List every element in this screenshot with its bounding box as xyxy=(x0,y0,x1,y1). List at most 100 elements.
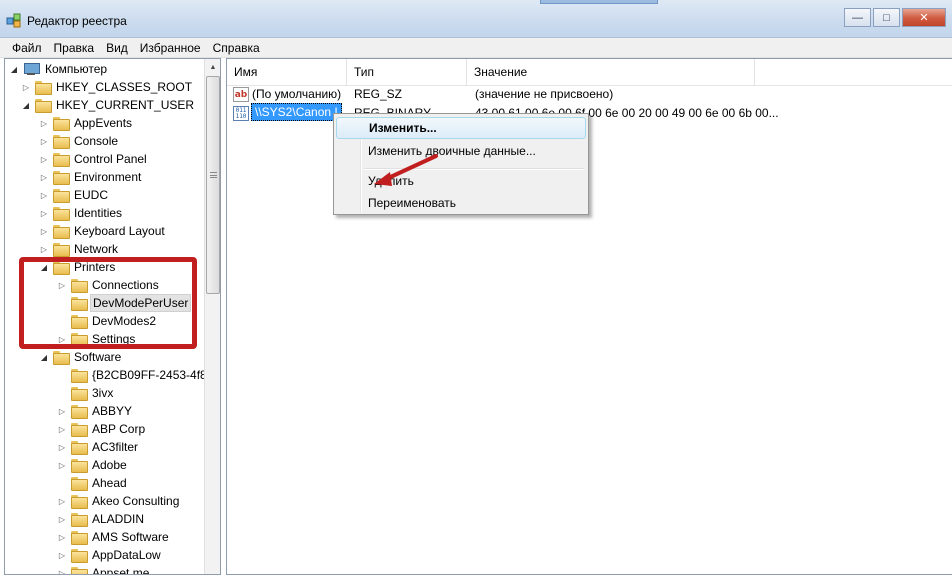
tree-item[interactable]: ▷ AC3filter xyxy=(57,438,140,456)
collapsed-arrow-icon[interactable]: ▷ xyxy=(39,118,49,128)
folder-icon xyxy=(71,459,88,473)
maximize-icon: □ xyxy=(883,11,890,24)
annotation-arrow-icon xyxy=(374,154,438,186)
collapsed-arrow-icon[interactable]: ▷ xyxy=(57,406,67,416)
context-menu-modify[interactable]: Изменить... xyxy=(336,117,586,139)
expanded-arrow-icon[interactable]: ◢ xyxy=(9,64,19,74)
tree-item-label: Appset.me xyxy=(92,566,150,575)
collapsed-arrow-icon[interactable]: ▷ xyxy=(21,82,31,92)
tree-item-label: {B2CB09FF-2453-4f85 xyxy=(92,368,214,382)
binary-value-icon: 011 110 xyxy=(233,106,249,121)
collapsed-arrow-icon[interactable]: ▷ xyxy=(57,460,67,470)
tree-item[interactable]: ▷ Appset.me xyxy=(57,564,151,575)
context-menu-rename[interactable]: Переименовать xyxy=(336,192,586,214)
folder-icon xyxy=(53,171,70,185)
expanded-arrow-icon[interactable]: ◢ xyxy=(39,352,49,362)
folder-icon xyxy=(71,477,88,491)
scroll-thumb[interactable] xyxy=(206,76,220,294)
folder-icon xyxy=(71,549,88,563)
tree-item[interactable]: ▷ AppDataLow xyxy=(57,546,163,564)
tree-item[interactable]: ▷ ABBYY xyxy=(57,402,134,420)
folder-icon xyxy=(71,423,88,437)
expanded-arrow-icon[interactable]: ◢ xyxy=(21,100,31,110)
tree-item[interactable]: ▷ Environment xyxy=(39,168,143,186)
folder-icon xyxy=(53,225,70,239)
tree-item[interactable]: Ahead xyxy=(57,474,129,492)
value-name: (По умолчанию) xyxy=(252,87,342,101)
folder-icon xyxy=(53,351,70,365)
tree-item[interactable]: ▷ EUDC xyxy=(39,186,110,204)
folder-icon xyxy=(71,369,88,383)
collapsed-arrow-icon[interactable]: ▷ xyxy=(39,136,49,146)
tree-item[interactable]: ▷ HKEY_CLASSES_ROOT xyxy=(21,78,194,96)
collapsed-arrow-icon[interactable]: ▷ xyxy=(39,244,49,254)
collapsed-arrow-icon[interactable]: ▷ xyxy=(57,442,67,452)
folder-icon xyxy=(35,81,52,95)
tree-item-label: Ahead xyxy=(92,476,127,490)
collapsed-arrow-icon[interactable]: ▷ xyxy=(57,514,67,524)
window-title: Редактор реестра xyxy=(27,14,127,28)
collapsed-arrow-icon[interactable]: ▷ xyxy=(39,226,49,236)
tree-item[interactable]: {B2CB09FF-2453-4f85 xyxy=(57,366,215,384)
collapsed-arrow-icon[interactable]: ▷ xyxy=(57,532,67,542)
folder-icon xyxy=(53,189,70,203)
menu-file[interactable]: Файл xyxy=(6,41,48,55)
tree-item[interactable]: ▷ Adobe xyxy=(57,456,129,474)
tree-item[interactable]: ◢ HKEY_CURRENT_USER xyxy=(21,96,196,114)
tree-item[interactable]: ◢ Software xyxy=(39,348,123,366)
folder-icon xyxy=(71,441,88,455)
collapsed-arrow-icon[interactable]: ▷ xyxy=(57,568,67,575)
tree-item[interactable]: ▷ Keyboard Layout xyxy=(39,222,167,240)
menu-favorites[interactable]: Избранное xyxy=(134,41,207,55)
collapsed-arrow-icon[interactable]: ▷ xyxy=(57,496,67,506)
tree-item[interactable]: ▷ Console xyxy=(39,132,120,150)
tree-item-label: Adobe xyxy=(92,458,127,472)
tree-item[interactable]: ▷ ABP Corp xyxy=(57,420,147,438)
tree-item-label: Akeo Consulting xyxy=(92,494,180,508)
folder-icon xyxy=(71,531,88,545)
folder-icon xyxy=(35,99,52,113)
tree-item-label: ABBYY xyxy=(92,404,133,418)
column-header-value[interactable]: Значение xyxy=(467,59,755,85)
folder-icon xyxy=(53,135,70,149)
menu-view[interactable]: Вид xyxy=(100,41,134,55)
tree-item-label: AppDataLow xyxy=(92,548,161,562)
folder-icon xyxy=(71,513,88,527)
tree-item-label: Environment xyxy=(74,170,142,184)
value-type: REG_SZ xyxy=(354,87,403,101)
tree-item[interactable]: ▷ AMS Software xyxy=(57,528,171,546)
window-controls: — □ ✕ xyxy=(844,8,946,27)
column-header-name[interactable]: Имя xyxy=(227,59,347,85)
menu-help[interactable]: Справка xyxy=(207,41,266,55)
collapsed-arrow-icon[interactable]: ▷ xyxy=(39,208,49,218)
tree-item[interactable]: ▷ Network xyxy=(39,240,120,258)
collapsed-arrow-icon[interactable]: ▷ xyxy=(39,190,49,200)
tree-item[interactable]: ▷ AppEvents xyxy=(39,114,134,132)
tree-item[interactable]: ▷ Identities xyxy=(39,204,124,222)
tree-item[interactable]: ▷ Akeo Consulting xyxy=(57,492,181,510)
minimize-button[interactable]: — xyxy=(844,8,871,27)
close-button[interactable]: ✕ xyxy=(902,8,946,27)
collapsed-arrow-icon[interactable]: ▷ xyxy=(57,550,67,560)
tree-scrollbar[interactable]: ▲ xyxy=(204,59,220,574)
annotation-highlight-box xyxy=(19,257,197,349)
collapsed-arrow-icon[interactable]: ▷ xyxy=(57,424,67,434)
tree-item-label: Console xyxy=(74,134,119,148)
value-row[interactable]: ab (По умолчанию) REG_SZ (значение не пр… xyxy=(227,85,952,105)
folder-icon xyxy=(71,495,88,509)
folder-icon xyxy=(53,153,70,167)
collapsed-arrow-icon[interactable]: ▷ xyxy=(39,154,49,164)
scroll-up-arrow-icon[interactable]: ▲ xyxy=(205,59,220,75)
column-header-type[interactable]: Тип xyxy=(347,59,467,85)
tree-item[interactable]: ▷ Control Panel xyxy=(39,150,149,168)
collapsed-arrow-icon[interactable]: ▷ xyxy=(39,172,49,182)
menu-edit[interactable]: Правка xyxy=(48,41,101,55)
folder-icon xyxy=(71,405,88,419)
tree-item[interactable]: ▷ ALADDIN xyxy=(57,510,146,528)
tree-item[interactable]: ◢ Компьютер xyxy=(9,60,109,78)
folder-icon xyxy=(53,117,70,131)
maximize-button[interactable]: □ xyxy=(873,8,900,27)
tree-item[interactable]: 3ivx xyxy=(57,384,115,402)
